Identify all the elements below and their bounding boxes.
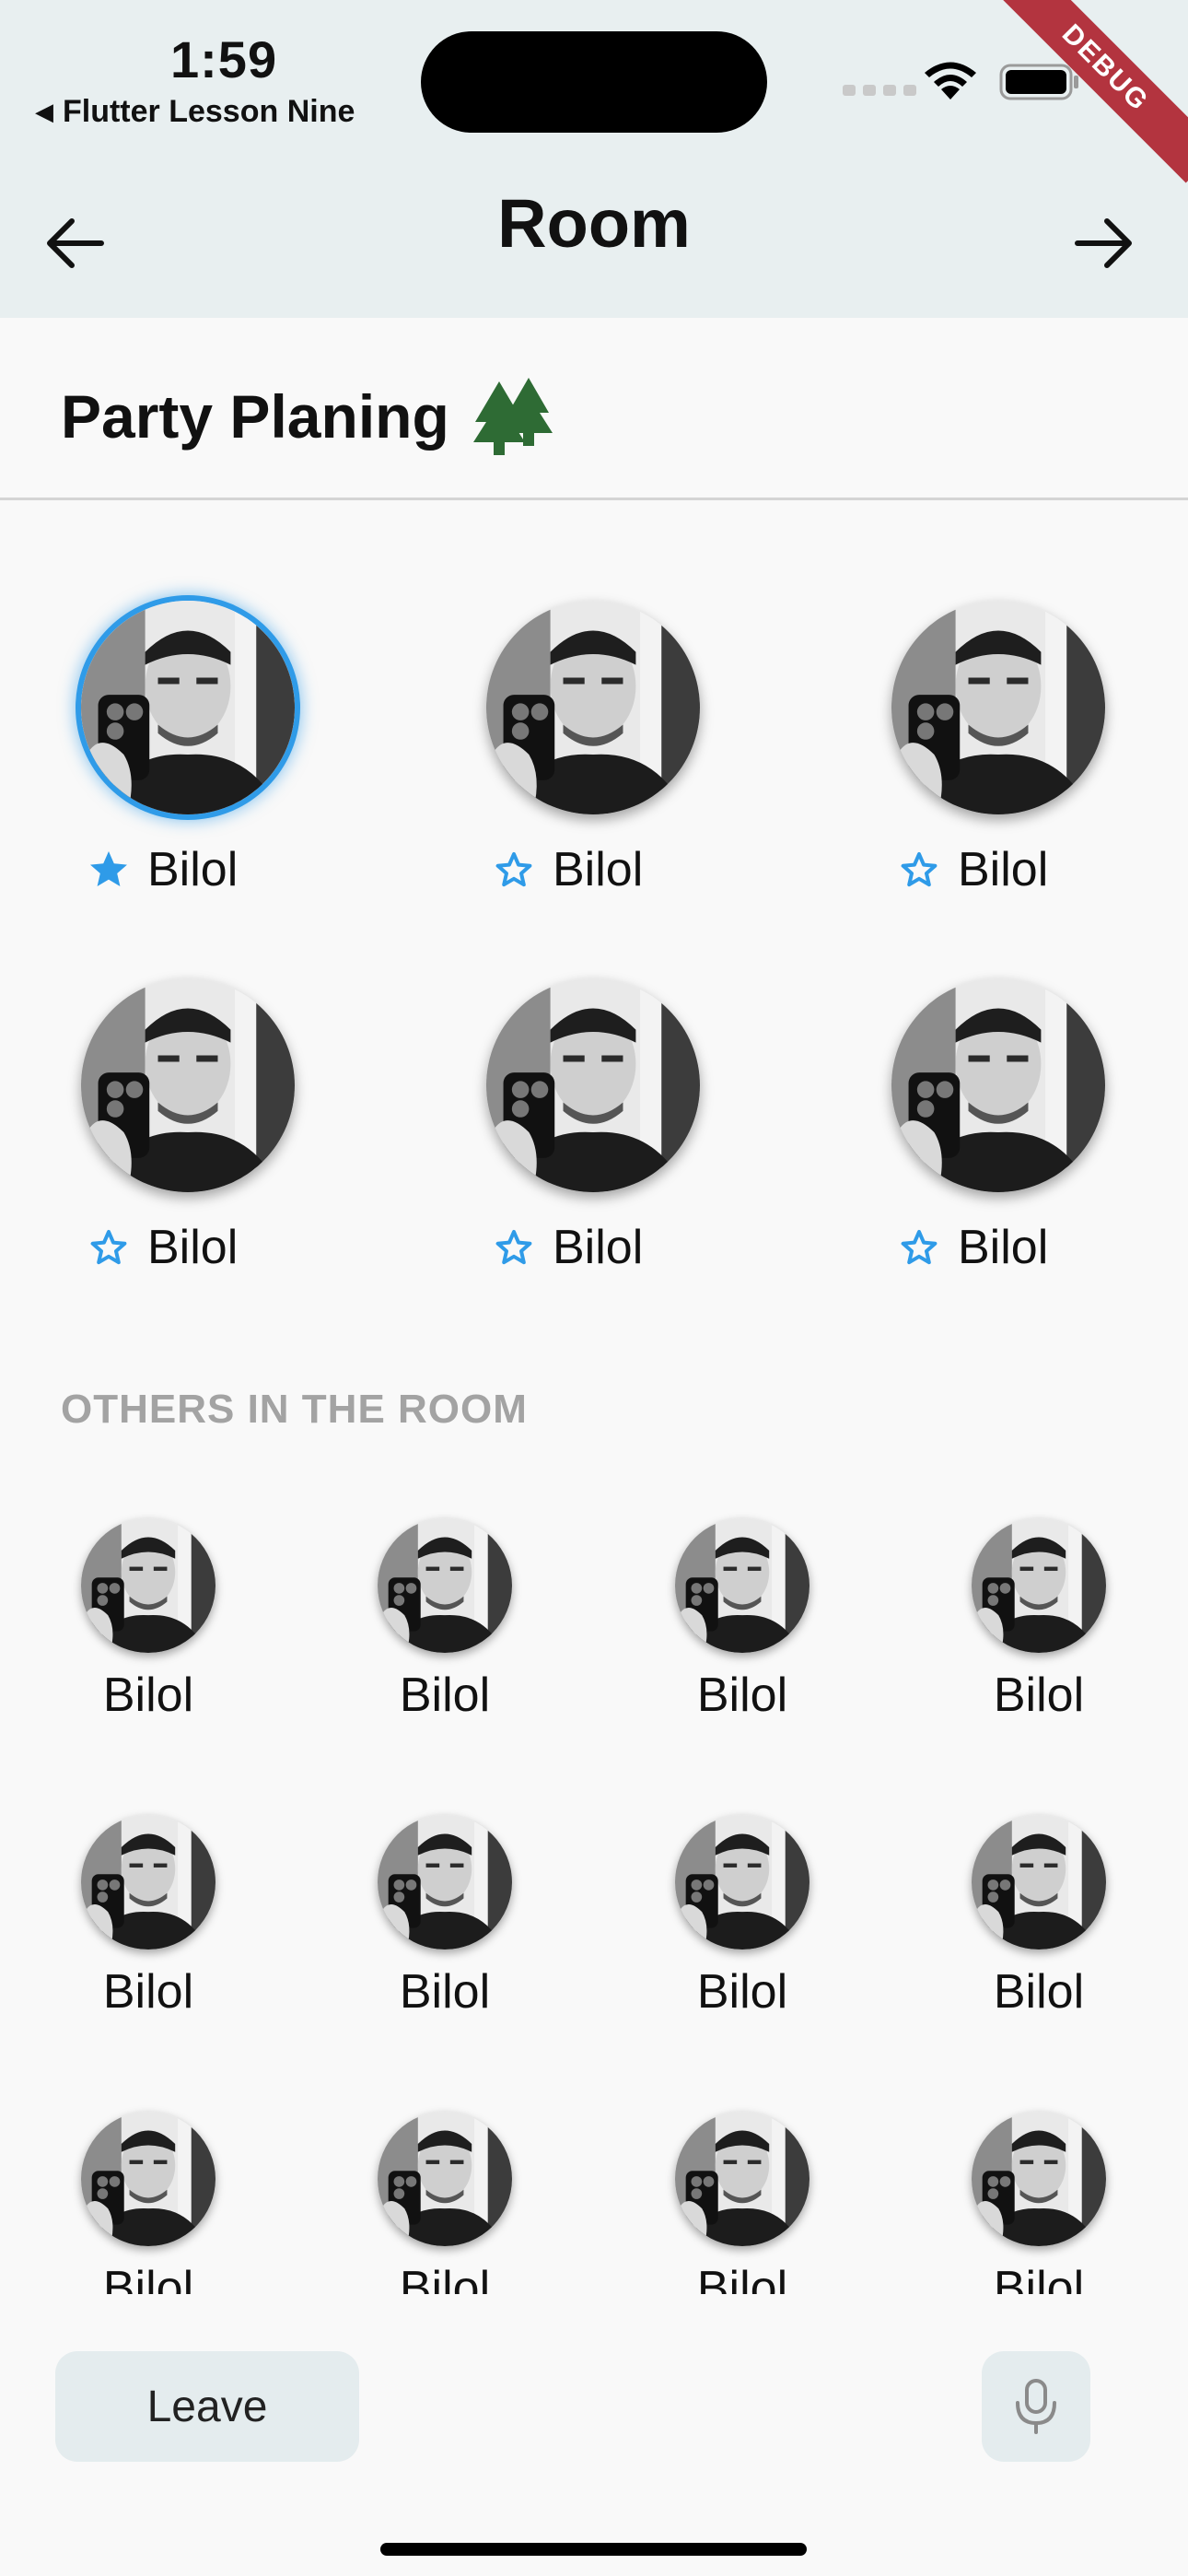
- listener-avatar[interactable]: [378, 2112, 512, 2246]
- speaker-label: Bilol: [897, 1220, 1048, 1275]
- listener-avatar[interactable]: [972, 1518, 1106, 1653]
- speaker-avatar[interactable]: [81, 601, 295, 814]
- header-divider: [0, 498, 1188, 500]
- star-outline-icon[interactable]: [492, 1225, 536, 1270]
- speaker-name: Bilol: [147, 1221, 239, 1274]
- star-outline-icon[interactable]: [87, 1225, 131, 1270]
- microphone-button[interactable]: [982, 2351, 1090, 2462]
- speaker-label: Bilol: [87, 1220, 238, 1275]
- home-indicator: [380, 2543, 807, 2556]
- star-outline-icon[interactable]: [897, 1225, 941, 1270]
- listener-name: Bilol: [993, 1965, 1085, 2019]
- listener-name: Bilol: [102, 1965, 194, 2019]
- speaker-avatar[interactable]: [891, 601, 1105, 814]
- speaker-label: Bilol: [897, 842, 1048, 897]
- battery-icon: [999, 64, 1078, 100]
- room-title: Party Planing: [61, 378, 560, 455]
- listener-name: Bilol: [696, 1965, 788, 2019]
- listener-avatar[interactable]: [675, 1815, 809, 1950]
- speaker-name: Bilol: [553, 843, 644, 896]
- listener-avatar[interactable]: [378, 1518, 512, 1653]
- speaker-name: Bilol: [958, 1221, 1049, 1274]
- speaker-label: Bilol: [87, 842, 238, 897]
- speaker-name: Bilol: [958, 843, 1049, 896]
- listener-name: Bilol: [102, 1669, 194, 1722]
- speaker-name: Bilol: [553, 1221, 644, 1274]
- listener-avatar[interactable]: [675, 1518, 809, 1653]
- listener-name: Bilol: [399, 1965, 491, 2019]
- listener-avatar[interactable]: [81, 1518, 215, 1653]
- status-time: 1:59: [170, 30, 278, 88]
- back-triangle-icon: ◀: [35, 98, 53, 125]
- listener-name: Bilol: [399, 1669, 491, 1722]
- back-to-app-link[interactable]: ◀ Flutter Lesson Nine: [35, 94, 355, 130]
- others-section-header: OTHERS IN THE ROOM: [61, 1387, 528, 1432]
- tree-icon: [472, 378, 553, 455]
- listener-name: Bilol: [696, 1669, 788, 1722]
- speaker-name: Bilol: [147, 843, 239, 896]
- speaker-label: Bilol: [492, 1220, 643, 1275]
- listener-avatar[interactable]: [378, 1815, 512, 1950]
- leave-button[interactable]: Leave: [55, 2351, 359, 2462]
- listener-avatar[interactable]: [675, 2112, 809, 2246]
- microphone-icon: [1016, 2379, 1056, 2434]
- star-outline-icon[interactable]: [897, 848, 941, 892]
- back-app-label: Flutter Lesson Nine: [63, 94, 355, 129]
- speaker-avatar[interactable]: [81, 978, 295, 1192]
- page-title: Room: [497, 185, 691, 262]
- listener-avatar[interactable]: [972, 1815, 1106, 1950]
- star-outline-icon[interactable]: [492, 848, 536, 892]
- speaker-label: Bilol: [492, 842, 643, 897]
- app-header: 1:59 ◀ Flutter Lesson Nine DEBUG Room: [0, 0, 1188, 318]
- listener-avatar[interactable]: [81, 2112, 215, 2246]
- star-filled-icon[interactable]: [87, 848, 131, 892]
- speaker-avatar[interactable]: [486, 978, 700, 1192]
- listener-avatar[interactable]: [81, 1815, 215, 1950]
- room-title-text: Party Planing: [61, 382, 449, 451]
- listener-name: Bilol: [993, 1669, 1085, 1722]
- speaker-avatar[interactable]: [891, 978, 1105, 1192]
- speaker-avatar[interactable]: [486, 601, 700, 814]
- dynamic-island: [421, 31, 767, 133]
- listener-avatar[interactable]: [972, 2112, 1106, 2246]
- wifi-icon: [925, 62, 976, 100]
- arrow-right-icon[interactable]: [1061, 203, 1142, 284]
- cellular-signal-icon: [843, 85, 916, 96]
